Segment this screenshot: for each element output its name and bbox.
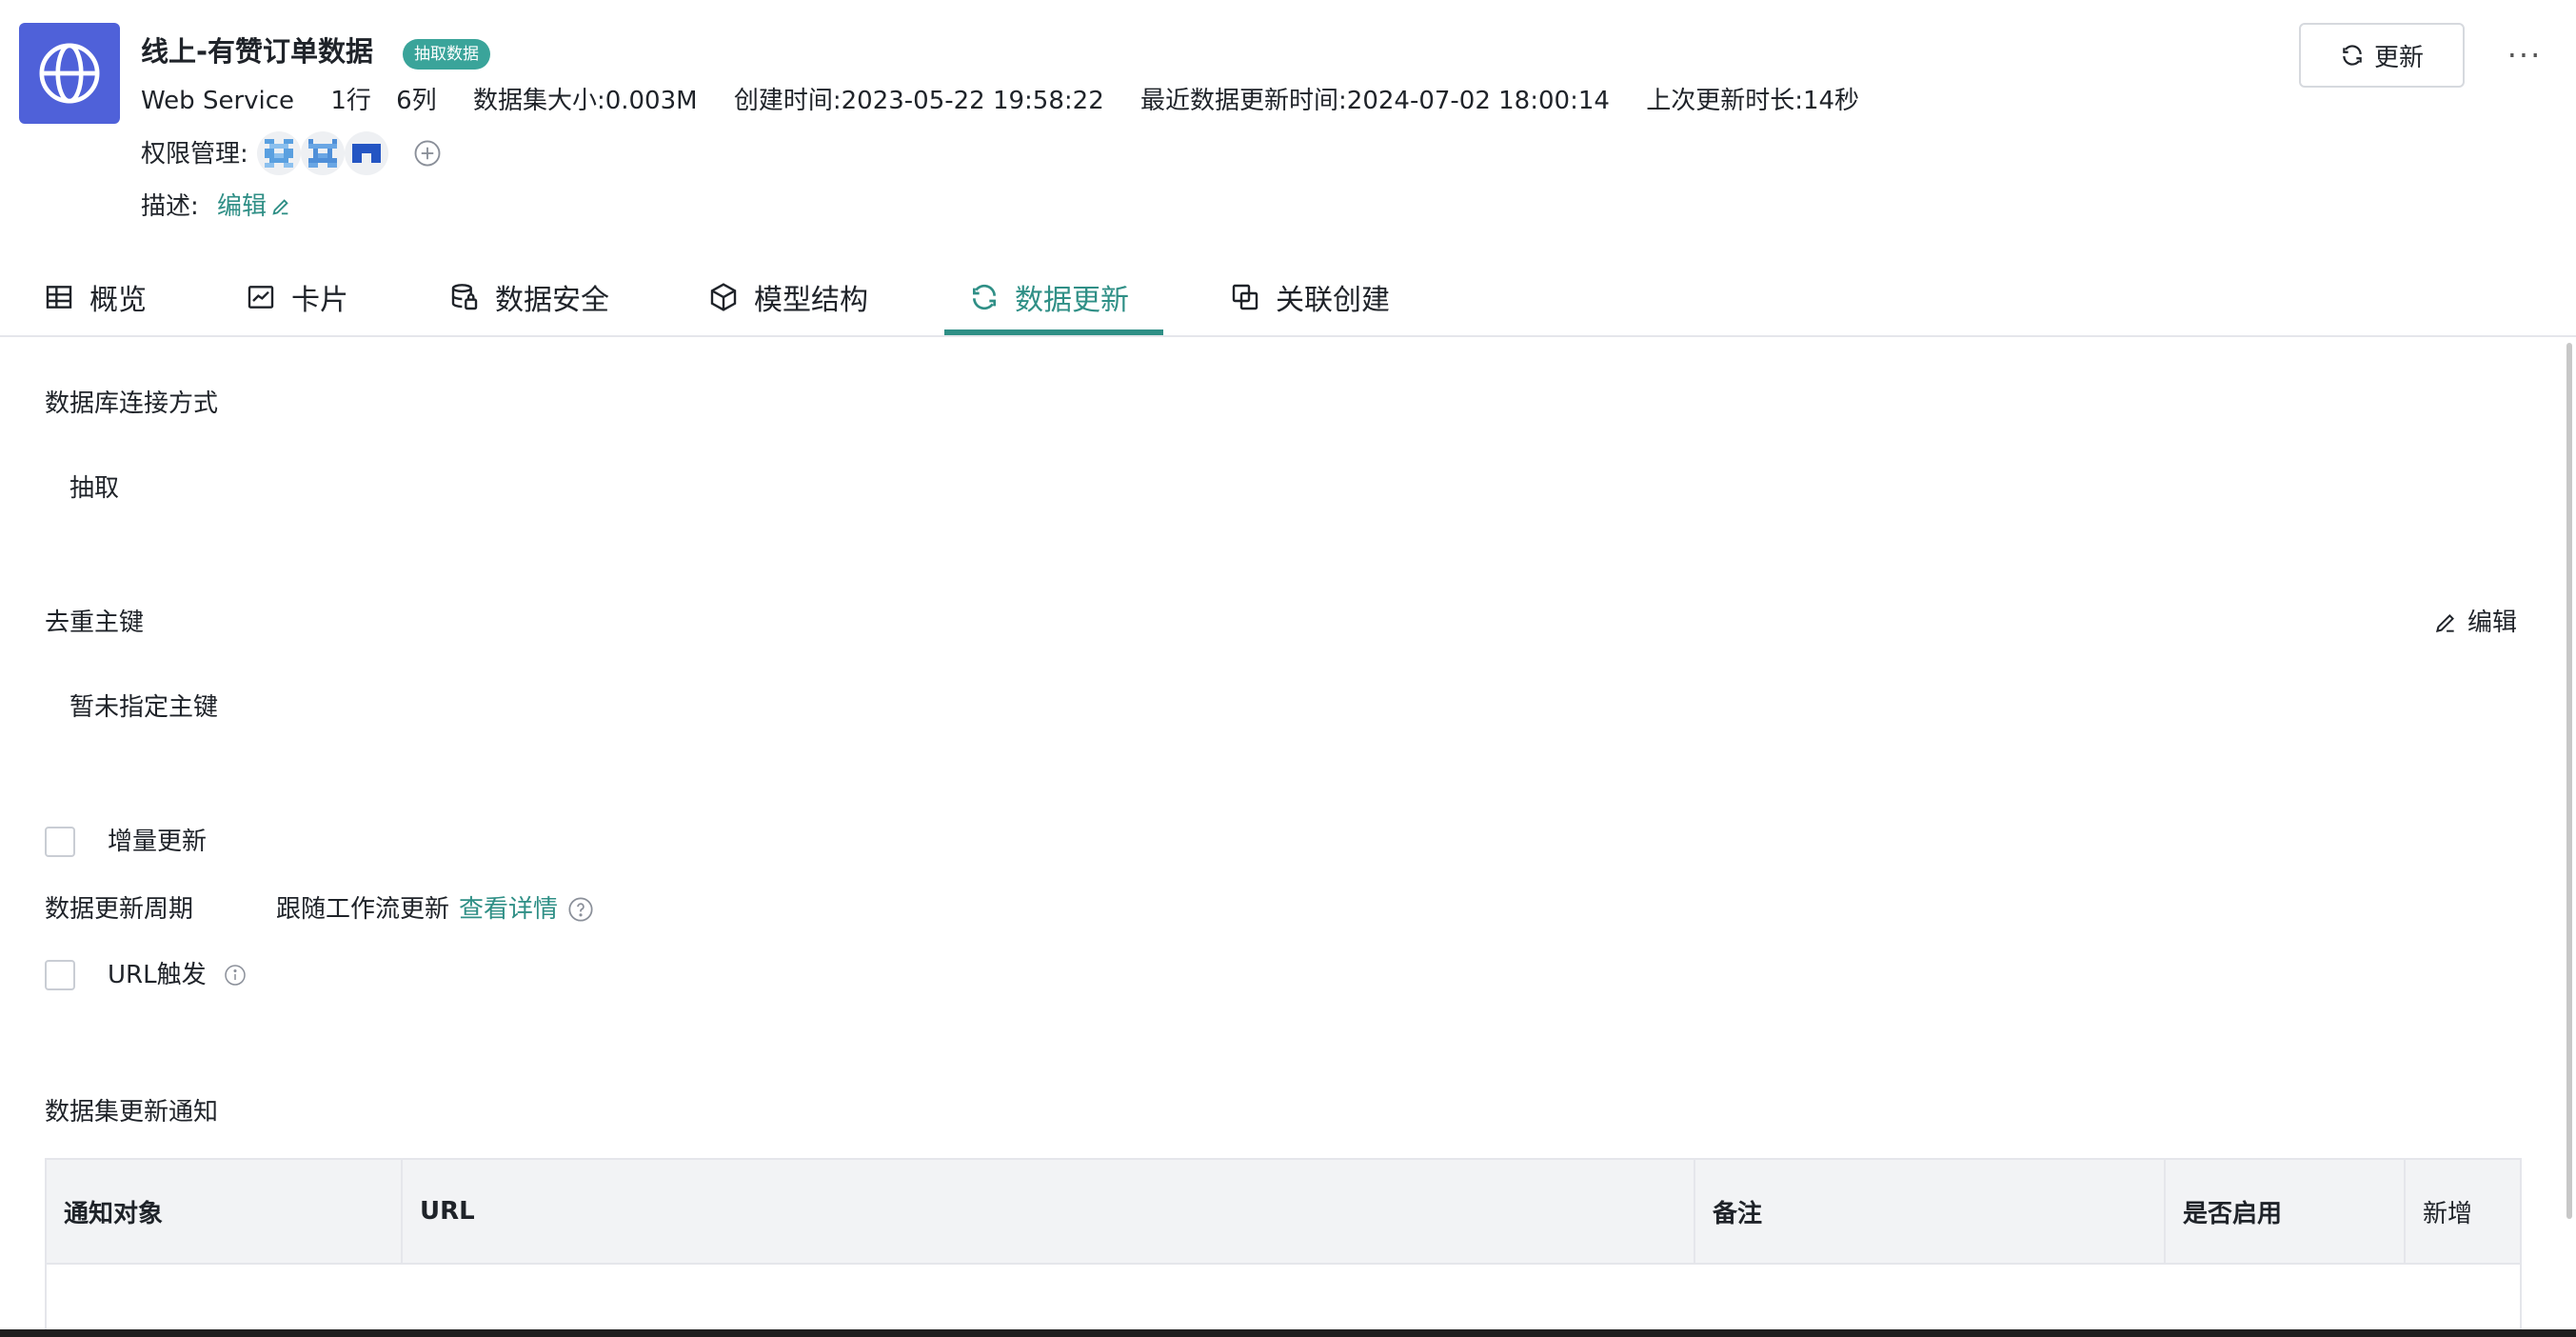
- url-trigger-label: URL触发: [108, 961, 207, 989]
- dataset-meta: Web Service 1行 6列 数据集大小:0.003M 创建时间:2023…: [141, 84, 1888, 118]
- cube-icon: [710, 283, 737, 311]
- link-create-icon: [1232, 284, 1258, 310]
- avatar-pattern-icon: [308, 139, 337, 168]
- tab-label: 模型结构: [754, 284, 868, 317]
- refresh-icon: [973, 284, 996, 310]
- column-header: URL: [403, 1160, 1695, 1263]
- info-icon[interactable]: [224, 964, 247, 987]
- tab-bar: 概览 卡片 数据安全 模型结构 数据更新 关联创建: [0, 259, 2576, 337]
- description-label: 描述:: [141, 192, 199, 221]
- connection-value: 抽取: [69, 474, 120, 503]
- meta-source: Web Service: [141, 87, 295, 115]
- meta-updated: 最近数据更新时间:2024-07-02 18:00:14: [1140, 87, 1610, 115]
- chart-card-icon: [248, 286, 274, 309]
- url-trigger-checkbox[interactable]: [45, 960, 75, 990]
- meta-created: 创建时间:2023-05-22 19:58:22: [733, 87, 1104, 115]
- update-period-label: 数据更新周期: [45, 895, 194, 924]
- avatar[interactable]: [345, 131, 388, 175]
- avatar[interactable]: [301, 131, 345, 175]
- tab-model-structure[interactable]: 模型结构: [708, 269, 868, 326]
- tab-data-update[interactable]: 数据更新: [969, 269, 1129, 326]
- notification-label: 数据集更新通知: [45, 1098, 219, 1127]
- view-details-link[interactable]: 查看详情: [459, 892, 558, 927]
- help-icon[interactable]: [567, 896, 594, 923]
- column-header: 备注: [1695, 1160, 2166, 1263]
- more-options-button[interactable]: ···: [2504, 37, 2546, 73]
- avatar-pattern-icon: [352, 144, 381, 163]
- add-notification-button[interactable]: 新增: [2406, 1160, 2520, 1263]
- description-edit-label: 编辑: [217, 192, 268, 221]
- incremental-update-checkbox[interactable]: [45, 827, 75, 857]
- pencil-icon: [2435, 614, 2454, 633]
- dedup-edit-button[interactable]: 编辑: [2433, 606, 2517, 640]
- refresh-icon: [2343, 45, 2362, 66]
- update-period-value: 跟随工作流更新 查看详情: [276, 892, 594, 927]
- column-header: 是否启用: [2166, 1160, 2406, 1263]
- dedup-edit-label: 编辑: [2467, 609, 2518, 637]
- refresh-label: 更新: [2373, 43, 2424, 72]
- add-member-icon[interactable]: [413, 139, 442, 168]
- extract-badge: 抽取数据: [403, 39, 490, 70]
- meta-duration: 上次更新时长:14秒: [1646, 87, 1860, 115]
- description-edit-link[interactable]: 编辑: [217, 190, 291, 224]
- update-period-text: 跟随工作流更新: [276, 895, 450, 924]
- tab-label: 关联创建: [1276, 284, 1390, 317]
- table-header: 通知对象 URL 备注 是否启用 新增: [47, 1160, 2520, 1265]
- table-icon: [46, 286, 72, 309]
- refresh-button[interactable]: 更新: [2299, 23, 2465, 88]
- dedup-value: 暂未指定主键: [69, 693, 219, 722]
- incremental-update-label: 增量更新: [108, 828, 208, 856]
- pencil-icon: [272, 199, 288, 215]
- permission-label: 权限管理:: [141, 140, 248, 169]
- active-tab-indicator: [944, 329, 1163, 335]
- tab-cards[interactable]: 卡片: [246, 269, 348, 326]
- tab-label: 数据安全: [495, 284, 609, 317]
- meta-size: 数据集大小:0.003M: [472, 87, 698, 115]
- avatar-pattern-icon: [265, 139, 293, 168]
- window-bottom-edge: [0, 1329, 2576, 1337]
- database-lock-icon: [451, 284, 478, 310]
- tab-overview[interactable]: 概览: [44, 269, 147, 326]
- tab-data-security[interactable]: 数据安全: [449, 269, 609, 326]
- connection-label: 数据库连接方式: [45, 389, 219, 418]
- dataset-title: 线上-有赞订单数据: [141, 35, 374, 68]
- tab-label: 数据更新: [1015, 284, 1129, 317]
- tab-label: 概览: [89, 284, 147, 317]
- globe-icon: [39, 43, 100, 104]
- notification-table: 通知对象 URL 备注 是否启用 新增: [45, 1158, 2522, 1337]
- scrollbar[interactable]: [2566, 343, 2572, 1219]
- meta-cols: 6列: [396, 87, 437, 115]
- url-trigger-row: URL触发: [108, 958, 247, 992]
- dataset-app-icon: [19, 23, 120, 124]
- column-header: 通知对象: [47, 1160, 403, 1263]
- meta-rows: 1行: [330, 87, 371, 115]
- tab-link-create[interactable]: 关联创建: [1230, 269, 1390, 326]
- avatar[interactable]: [257, 131, 301, 175]
- tab-label: 卡片: [291, 284, 348, 317]
- dedup-label: 去重主键: [45, 609, 145, 637]
